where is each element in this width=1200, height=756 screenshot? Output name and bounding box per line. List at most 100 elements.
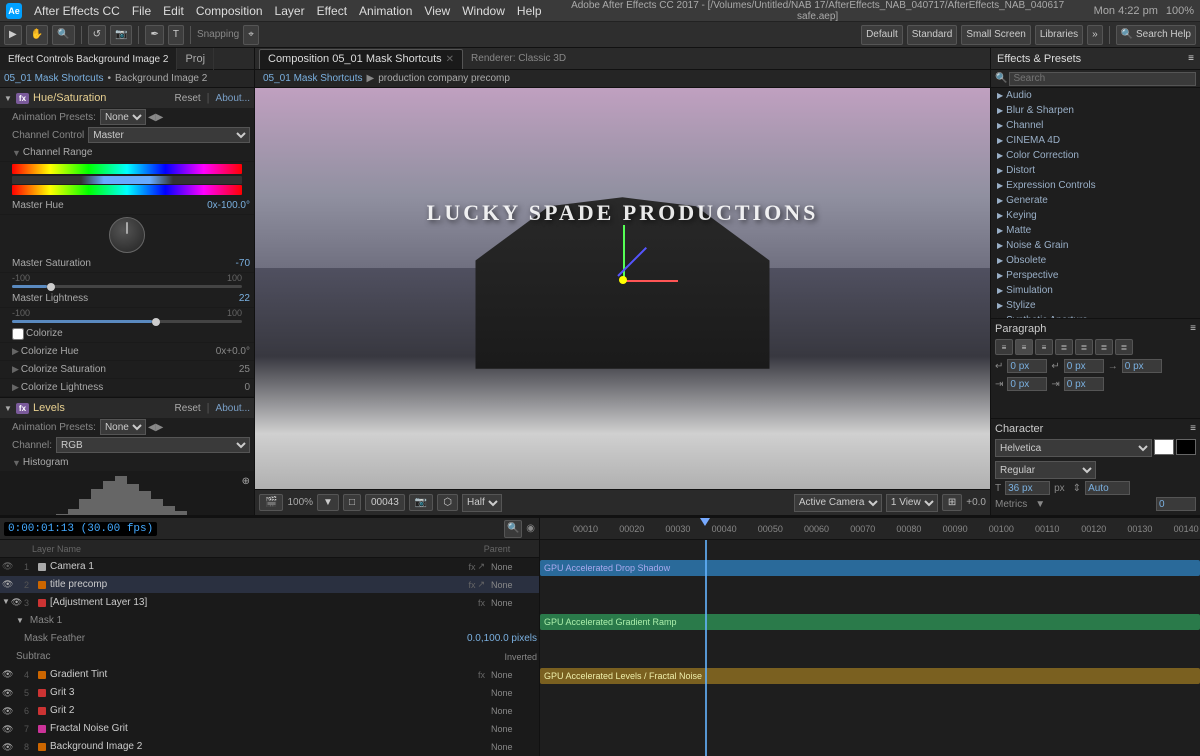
composition-viewer[interactable]: Active Camera LUCKY SPADE PRODU xyxy=(255,88,990,489)
category-perspective[interactable]: ▶ Perspective xyxy=(991,268,1200,283)
layer-row-3-feather[interactable]: Mask Feather 0.0,100.0 pixels xyxy=(0,630,539,648)
time-ruler[interactable]: 00010 00020 00030 00040 00050 00060 0007… xyxy=(540,518,1200,540)
paragraph-menu-icon[interactable]: ≡ xyxy=(1190,323,1196,335)
breadcrumb-comp[interactable]: 05_01 Mask Shortcuts xyxy=(4,73,104,84)
category-color-correction[interactable]: ▶ Color Correction xyxy=(991,148,1200,163)
stroke-color-swatch[interactable] xyxy=(1176,439,1196,455)
breadcrumb-parent[interactable]: 05_01 Mask Shortcuts xyxy=(263,73,363,84)
indent-left-input[interactable] xyxy=(1007,359,1047,373)
menu-effect[interactable]: Effect xyxy=(317,4,347,18)
levels-anim-select[interactable]: None xyxy=(100,419,146,435)
layer3-vis[interactable]: 👁 xyxy=(11,597,22,608)
master-light-slider[interactable]: -100 100 xyxy=(0,308,254,323)
layer2-parent[interactable]: None xyxy=(487,580,537,590)
colorize-hue-value[interactable]: 0x+0.0° xyxy=(200,346,250,357)
feather-value[interactable]: 0.0,100.0 pixels xyxy=(467,633,537,644)
layer2-fx-icon[interactable]: fx xyxy=(468,580,475,590)
viewer-camera-select[interactable]: Active Camera xyxy=(794,494,882,512)
kf-bar-layer2[interactable]: GPU Accelerated Drop Shadow xyxy=(540,560,1200,576)
mask-expand[interactable]: ▼ xyxy=(16,616,24,625)
layer-row-5[interactable]: 👁 5 Grit 3 None xyxy=(0,684,539,702)
align-center[interactable]: ≡ xyxy=(1015,339,1033,355)
layer-row-1[interactable]: 👁 1 Camera 1 fx ↗ None xyxy=(0,558,539,576)
zoom-tool[interactable]: 🔍 xyxy=(52,25,74,45)
menu-edit[interactable]: Edit xyxy=(163,4,184,18)
keyframe-area[interactable]: GPU Accelerated Drop Shadow GPU Accelera… xyxy=(540,540,1200,756)
layer-row-4[interactable]: 👁 4 Gradient Tint fx None xyxy=(0,666,539,684)
layer-row-3[interactable]: ▼ 👁 3 [Adjustment Layer 13] fx None xyxy=(0,594,539,612)
category-obsolete[interactable]: ▶ Obsolete xyxy=(991,253,1200,268)
category-distort[interactable]: ▶ Distort xyxy=(991,163,1200,178)
viewer-playback[interactable]: □ xyxy=(343,494,361,511)
menu-composition[interactable]: Composition xyxy=(196,4,263,18)
category-expression-controls[interactable]: ▶ Expression Controls xyxy=(991,178,1200,193)
histogram-expand[interactable]: ⊕ xyxy=(242,476,250,487)
workspace-more[interactable]: » xyxy=(1087,25,1103,45)
master-light-value[interactable]: 22 xyxy=(200,293,250,304)
hue-dial[interactable] xyxy=(109,217,145,253)
tracking-input[interactable] xyxy=(1156,497,1196,511)
menu-aftereffects[interactable]: After Effects CC xyxy=(34,4,120,18)
justify-center[interactable]: ≣ xyxy=(1075,339,1093,355)
layer5-vis[interactable]: 👁 xyxy=(2,688,13,698)
font-family-select[interactable]: Helvetica xyxy=(995,439,1152,457)
font-color-swatch[interactable] xyxy=(1154,439,1174,455)
colorize-light-value[interactable]: 0 xyxy=(200,382,250,393)
space-before-input[interactable] xyxy=(1007,377,1047,391)
viewer-view-select[interactable]: 1 View xyxy=(886,494,938,512)
category-keying[interactable]: ▶ Keying xyxy=(991,208,1200,223)
rotate-tool[interactable]: ↺ xyxy=(88,25,106,45)
histogram-row[interactable]: ▼ Histogram xyxy=(0,454,254,472)
layer-row-7[interactable]: 👁 7 Fractal Noise Grit None xyxy=(0,720,539,738)
font-style-select[interactable]: Regular xyxy=(995,461,1096,479)
category-matte[interactable]: ▶ Matte xyxy=(991,223,1200,238)
workspace-libraries[interactable]: Libraries xyxy=(1035,25,1083,45)
layer-row-2[interactable]: 👁 2 title precomp fx ↗ None xyxy=(0,576,539,594)
kf-bar-layer7[interactable]: GPU Accelerated Levels / Fractal Noise xyxy=(540,668,1200,684)
colorize-hue-row[interactable]: ▶ Colorize Hue 0x+0.0° xyxy=(0,343,254,361)
layer-row-8[interactable]: 👁 8 Background Image 2 None xyxy=(0,738,539,756)
levels-about[interactable]: About... xyxy=(216,403,250,414)
viewer-frame[interactable]: 00043 xyxy=(365,494,405,511)
master-light-row[interactable]: Master Lightness 22 xyxy=(0,290,254,308)
camera-tool[interactable]: 📷 xyxy=(110,25,132,45)
snapping-toggle[interactable]: ⌖ xyxy=(243,25,259,45)
category-noise-grain[interactable]: ▶ Noise & Grain xyxy=(991,238,1200,253)
master-hue-value[interactable]: 0x-100.0° xyxy=(200,200,250,211)
layer7-parent[interactable]: None xyxy=(487,724,537,734)
layer8-vis[interactable]: 👁 xyxy=(2,742,13,752)
layer2-motion-icon[interactable]: ↗ xyxy=(477,579,485,590)
preset-arrows[interactable]: ◀▶ xyxy=(148,112,163,123)
layer3-expand[interactable]: ▼ xyxy=(2,597,10,608)
levels-channel-select[interactable]: RGB xyxy=(56,437,250,453)
kf-bar-layer4[interactable]: GPU Accelerated Gradient Ramp xyxy=(540,614,1200,630)
category-blur[interactable]: ▶ Blur & Sharpen xyxy=(991,103,1200,118)
channel-control-select[interactable]: Master xyxy=(88,127,250,143)
layer5-parent[interactable]: None xyxy=(487,688,537,698)
viewer-render-btn[interactable]: ⬡ xyxy=(437,494,458,511)
anim-presets-select[interactable]: None xyxy=(100,109,146,125)
pen-tool[interactable]: ✒ xyxy=(145,25,163,45)
viewer-quality-select[interactable]: Half xyxy=(462,494,502,512)
hue-sat-about[interactable]: About... xyxy=(216,93,250,104)
effects-search-input[interactable] xyxy=(1009,72,1196,86)
search-layers-btn[interactable]: 🔍 xyxy=(504,520,522,538)
indent-top-input[interactable] xyxy=(1122,359,1162,373)
hue-sat-reset[interactable]: Reset xyxy=(175,93,201,104)
leading-input[interactable] xyxy=(1085,481,1130,495)
effects-panel-menu[interactable]: ≡ xyxy=(1188,53,1194,64)
colorize-light-row[interactable]: ▶ Colorize Lightness 0 xyxy=(0,379,254,397)
category-audio[interactable]: ▶ Audio xyxy=(991,88,1200,103)
category-generate[interactable]: ▶ Generate xyxy=(991,193,1200,208)
select-tool[interactable]: ▶ xyxy=(4,25,22,45)
layer-row-3-subtrac[interactable]: Subtrac Inverted xyxy=(0,648,539,666)
layer6-vis[interactable]: 👁 xyxy=(2,706,13,716)
workspace-default[interactable]: Default xyxy=(861,25,903,45)
workspace-standard[interactable]: Standard xyxy=(907,25,958,45)
channel-range-row[interactable]: ▼ Channel Range xyxy=(0,144,254,162)
search-button[interactable]: 🔍 Search Help xyxy=(1116,25,1196,45)
tab-composition-main[interactable]: Composition 05_01 Mask Shortcuts ✕ xyxy=(259,49,463,69)
layer8-parent[interactable]: None xyxy=(487,742,537,752)
text-tool[interactable]: T xyxy=(168,25,184,45)
space-after-input[interactable] xyxy=(1064,377,1104,391)
